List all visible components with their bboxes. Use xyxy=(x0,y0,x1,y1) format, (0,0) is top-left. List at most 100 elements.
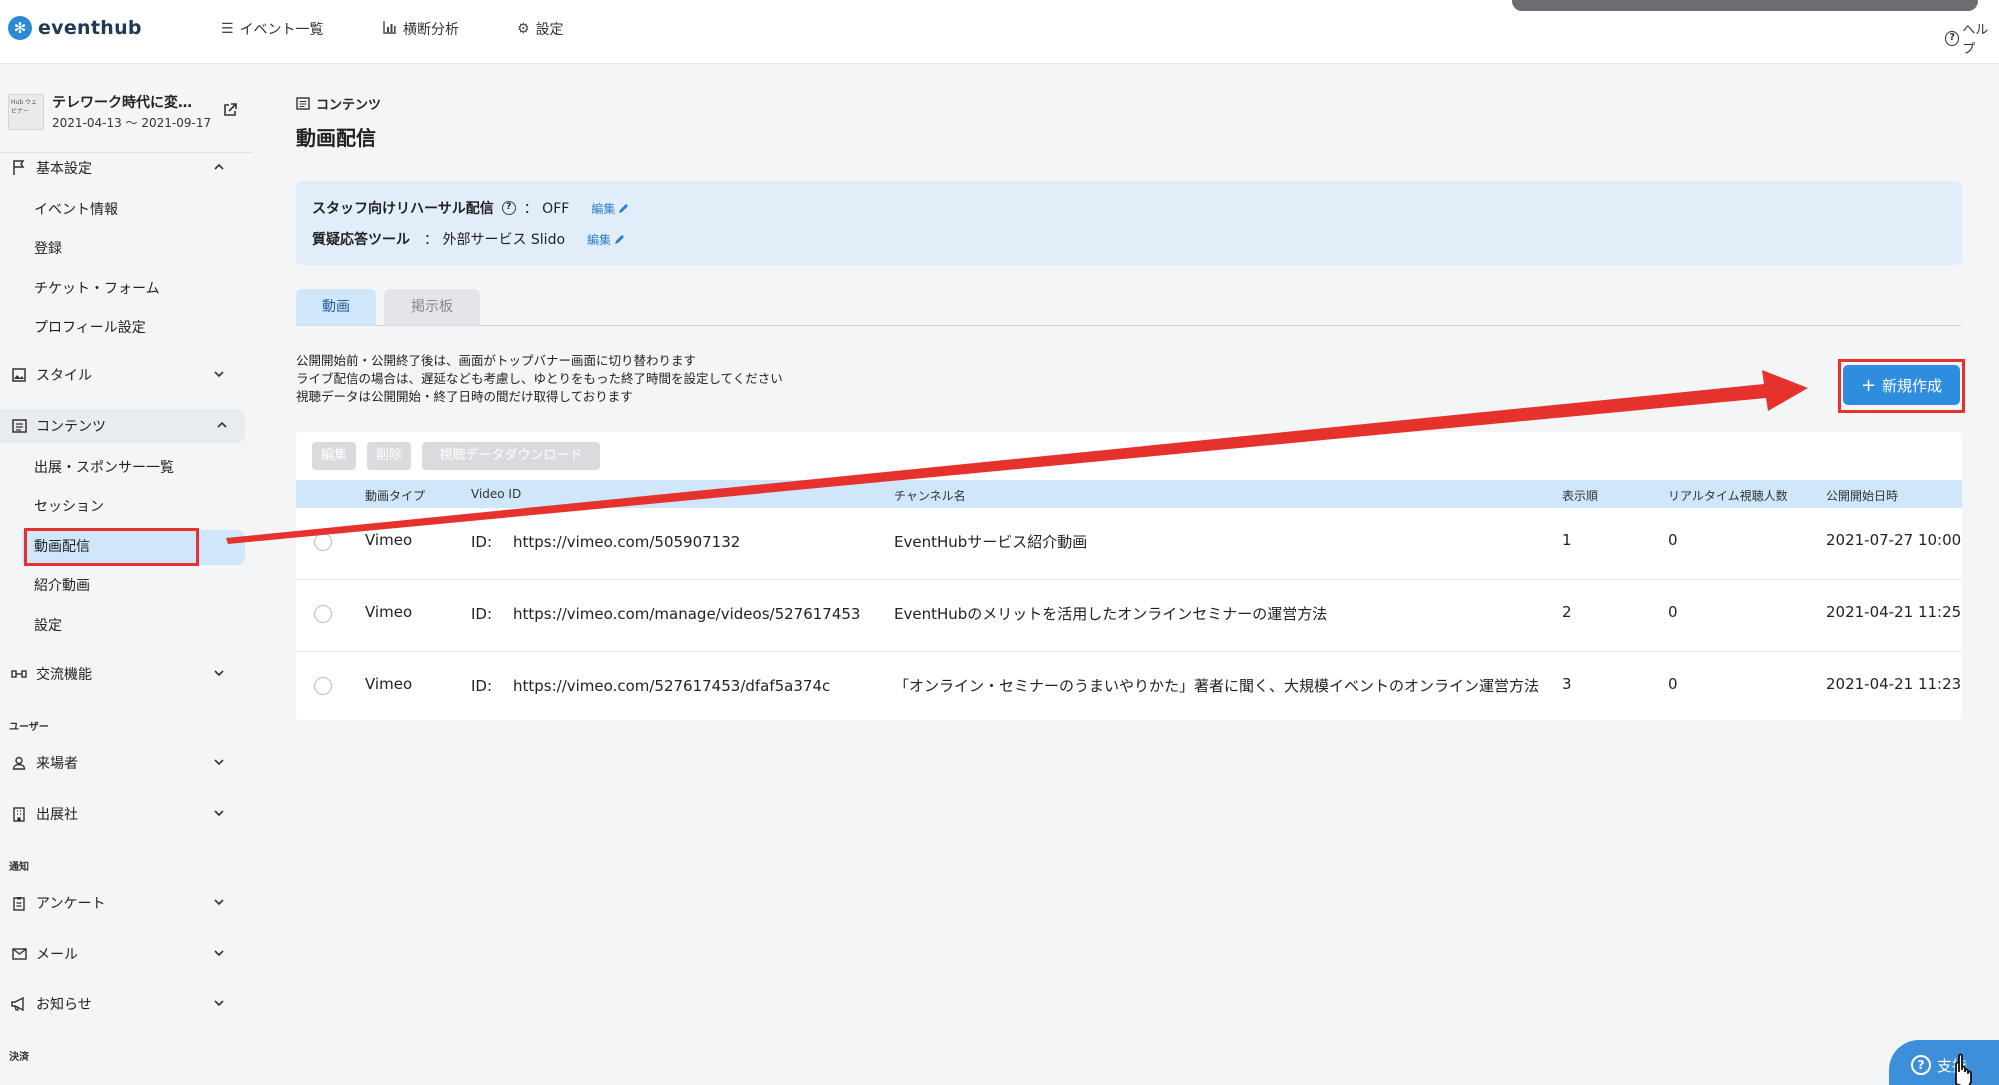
table-header: 動画タイプ Video ID チャンネル名 表示順 リアルタイム視聴人数 公開開… xyxy=(296,480,1962,508)
cell-start-datetime: 2021-04-21 11:23 xyxy=(1826,675,1962,693)
tab-underline xyxy=(296,325,1962,326)
sidebar-item-registration[interactable]: 登録 xyxy=(34,238,62,258)
eventhub-logo[interactable]: ✻ eventhub xyxy=(8,16,142,40)
note-line: 公開開始前・公開終了後は、画面がトップバナー画面に切り替わります xyxy=(296,353,697,368)
rehearsal-value: ： OFF xyxy=(523,201,570,217)
breadcrumb: コンテンツ xyxy=(296,94,381,113)
section-label: 基本設定 xyxy=(36,161,92,177)
pencil-icon xyxy=(619,203,629,213)
download-view-data-button[interactable]: 視聴データダウンロード xyxy=(422,442,600,470)
section-label: お知らせ xyxy=(36,997,92,1013)
section-label: アンケート xyxy=(36,896,106,912)
row-select-radio[interactable] xyxy=(314,605,332,623)
help-link[interactable]: ? ヘルプ xyxy=(1945,19,1999,57)
section-label: 出展社 xyxy=(36,807,78,823)
cell-display-order: 2 xyxy=(1562,603,1572,621)
sidebar-group-users: ユーザー xyxy=(9,722,49,733)
section-label: 交流機能 xyxy=(36,667,92,683)
sidebar-item-profile-settings[interactable]: プロフィール設定 xyxy=(34,317,146,337)
cell-video-id: https://vimeo.com/505907132 xyxy=(513,533,741,551)
cell-video-type: Vimeo xyxy=(365,675,413,693)
chevron-up-icon xyxy=(217,421,227,428)
bar-chart-icon xyxy=(383,20,397,38)
cell-start-datetime: 2021-04-21 11:25 xyxy=(1826,603,1962,621)
event-thumbnail: Hub ウェビナー xyxy=(8,94,44,130)
sidebar-section-exhibitors[interactable]: 出展社 xyxy=(10,797,242,831)
edit-rehearsal-link[interactable]: 編集 xyxy=(591,200,629,217)
help-label: ヘルプ xyxy=(1962,23,1989,57)
chevron-down-icon xyxy=(214,950,224,957)
megaphone-icon xyxy=(10,995,28,1013)
event-header[interactable]: Hub ウェビナー テレワーク時代に変… 2021-04-13 ～ 2021-0… xyxy=(8,92,248,136)
top-nav: ✻ eventhub ☰ イベント一覧 横断分析 ⚙ 設定 ? ヘルプ xyxy=(0,0,1999,64)
edit-label: 編集 xyxy=(587,232,612,247)
support-chat-button[interactable]: ? 支持 xyxy=(1889,1040,1999,1085)
sidebar-item-content-settings[interactable]: 設定 xyxy=(34,615,62,635)
cell-video-id: https://vimeo.com/527617453/dfaf5a374c xyxy=(513,677,831,695)
chevron-down-icon xyxy=(214,371,224,378)
table-row[interactable]: Vimeo ID: https://vimeo.com/505907132 Ev… xyxy=(296,508,1962,580)
sidebar-section-basic[interactable]: 基本設定 xyxy=(10,151,242,185)
help-icon: ? xyxy=(1945,30,1960,46)
qa-value: ： 外部サービス Slido xyxy=(424,232,566,248)
hand-cursor-icon xyxy=(1955,1053,1972,1085)
edit-qa-link[interactable]: 編集 xyxy=(587,231,625,248)
sidebar-item-exhibitors-sponsors[interactable]: 出展・スポンサー一覧 xyxy=(34,457,174,477)
cell-id-prefix: ID: xyxy=(471,533,493,551)
sidebar-section-survey[interactable]: アンケート xyxy=(10,886,242,920)
sidebar: Hub ウェビナー テレワーク時代に変… 2021-04-13 ～ 2021-0… xyxy=(0,64,252,1085)
streaming-settings-panel: スタッフ向けリハーサル配信 ? ： OFF 編集 質疑応答ツール ： 外部サービ… xyxy=(296,181,1962,265)
event-title: テレワーク時代に変… xyxy=(52,95,192,111)
cell-video-type: Vimeo xyxy=(365,531,413,549)
row-select-radio[interactable] xyxy=(314,533,332,551)
qa-label: 質疑応答ツール xyxy=(312,232,410,248)
cell-display-order: 1 xyxy=(1562,531,1572,549)
table-row[interactable]: Vimeo ID: https://vimeo.com/manage/video… xyxy=(296,580,1962,652)
edit-label: 編集 xyxy=(591,201,616,216)
section-label: スタイル xyxy=(36,368,92,384)
cell-video-type: Vimeo xyxy=(365,603,413,621)
bulk-delete-button[interactable]: 削除 xyxy=(367,442,411,470)
sidebar-section-news[interactable]: お知らせ xyxy=(10,987,242,1021)
chevron-down-icon xyxy=(214,899,224,906)
table-row[interactable]: Vimeo ID: https://vimeo.com/527617453/df… xyxy=(296,652,1962,724)
list-icon: ☰ xyxy=(221,21,234,37)
video-table-card: 編集 削除 視聴データダウンロード 動画タイプ Video ID チャンネル名 … xyxy=(296,432,1962,720)
nav-cross-analysis[interactable]: 横断分析 xyxy=(383,19,459,39)
rehearsal-setting-row: スタッフ向けリハーサル配信 ? ： OFF 編集 xyxy=(312,198,629,218)
clipboard-icon xyxy=(10,894,28,912)
cell-realtime-viewers: 0 xyxy=(1668,603,1678,621)
sidebar-item-session[interactable]: セッション xyxy=(34,496,104,516)
building-icon xyxy=(10,805,28,823)
cell-channel-name: 「オンライン・セミナーのうまいやりかた」著者に聞く、大規模イベントのオンライン運… xyxy=(894,677,1540,695)
external-link-icon[interactable] xyxy=(222,102,238,118)
cell-id-prefix: ID: xyxy=(471,677,493,695)
flag-icon xyxy=(10,159,28,177)
sidebar-section-visitors[interactable]: 来場者 xyxy=(10,746,242,780)
sidebar-item-event-info[interactable]: イベント情報 xyxy=(34,199,118,219)
bulk-edit-button[interactable]: 編集 xyxy=(312,442,356,470)
tab-board[interactable]: 掲示板 xyxy=(384,289,480,325)
chevron-up-icon xyxy=(214,163,224,170)
tab-video[interactable]: 動画 xyxy=(296,289,376,325)
cell-channel-name: EventHubサービス紹介動画 xyxy=(894,533,1088,551)
nav-settings[interactable]: ⚙ 設定 xyxy=(517,19,564,39)
event-dates: 2021-04-13 ～ 2021-09-17 xyxy=(52,116,212,130)
sidebar-group-payment: 決済 xyxy=(9,1052,29,1063)
mail-icon xyxy=(10,945,28,963)
section-label: コンテンツ xyxy=(36,419,106,435)
sidebar-section-content[interactable]: コンテンツ xyxy=(0,409,245,443)
page-title: 動画配信 xyxy=(296,126,376,150)
row-select-radio[interactable] xyxy=(314,677,332,695)
sidebar-item-intro-video[interactable]: 紹介動画 xyxy=(34,575,90,595)
chevron-down-icon xyxy=(214,810,224,817)
image-icon xyxy=(10,366,28,384)
nav-event-list[interactable]: ☰ イベント一覧 xyxy=(221,19,324,39)
breadcrumb-label: コンテンツ xyxy=(316,98,382,113)
sidebar-section-style[interactable]: スタイル xyxy=(10,358,242,392)
pencil-icon xyxy=(615,234,625,244)
sidebar-section-exchange[interactable]: 交流機能 xyxy=(10,657,242,691)
sidebar-section-mail[interactable]: メール xyxy=(10,937,242,971)
question-icon[interactable]: ? xyxy=(501,201,516,215)
sidebar-item-ticket-form[interactable]: チケット・フォーム xyxy=(34,278,160,298)
